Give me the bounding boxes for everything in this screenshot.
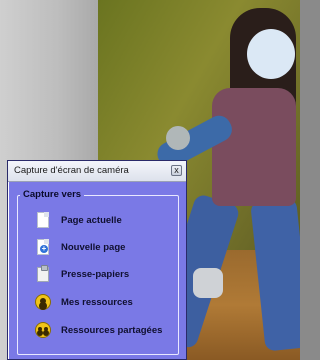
my-resources-icon (34, 293, 52, 311)
child-hand (166, 126, 190, 150)
camera-capture-window: Capture d'écran de caméra x Capture vers… (7, 160, 187, 360)
close-button[interactable]: x (171, 165, 182, 176)
child-knee-pad (193, 268, 223, 298)
child-shirt (212, 88, 296, 206)
capture-new-page-label: Nouvelle page (61, 241, 126, 253)
close-icon: x (174, 165, 179, 175)
capture-shared-resources-button[interactable]: Ressources partagées (34, 319, 162, 341)
window-title: Capture d'écran de caméra (14, 165, 129, 176)
capture-shared-resources-label: Ressources partagées (61, 324, 163, 336)
new-page-icon: + (34, 238, 52, 256)
capture-current-page-label: Page actuelle (61, 214, 122, 226)
shared-resources-icon (34, 321, 52, 339)
window-titlebar[interactable]: Capture d'écran de caméra x (8, 161, 186, 182)
capture-my-resources-label: Mes ressources (61, 296, 133, 308)
face-blur-mask (247, 29, 295, 79)
capture-clipboard-button[interactable]: Presse-papiers (34, 263, 129, 285)
capture-my-resources-button[interactable]: Mes ressources (34, 291, 133, 313)
capture-current-page-button[interactable]: Page actuelle (34, 209, 122, 231)
clipboard-icon (34, 265, 52, 283)
capture-to-legend: Capture vers (20, 189, 85, 200)
capture-new-page-button[interactable]: + Nouvelle page (34, 236, 125, 258)
page-icon (34, 211, 52, 229)
capture-clipboard-label: Presse-papiers (61, 268, 130, 280)
